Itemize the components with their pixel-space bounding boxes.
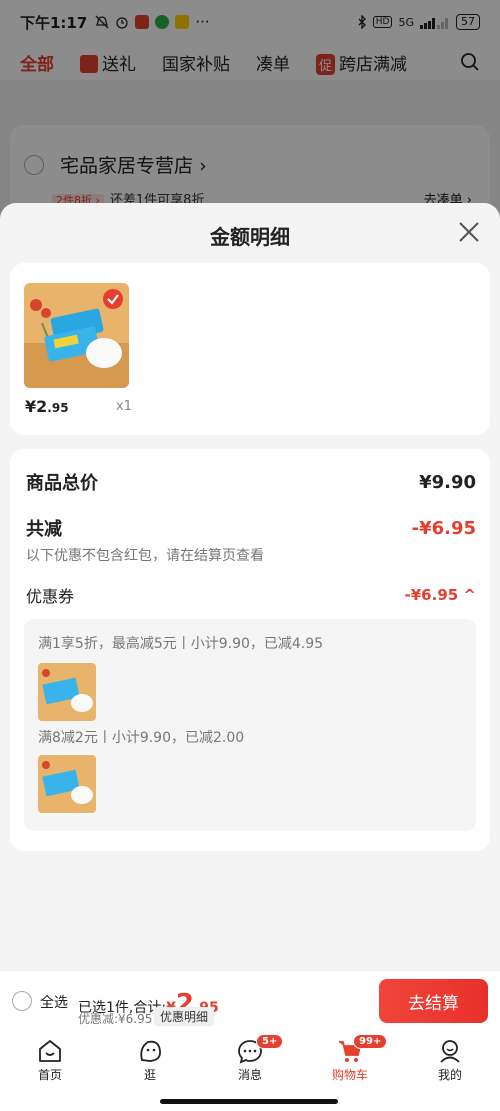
discount-detail-button[interactable]: 优惠明细 <box>154 1007 215 1026</box>
coupon-rule: 满8减2元丨小计9.90，已减2.00 <box>38 730 245 746</box>
tab-browse-label: 逛 <box>143 1068 156 1082</box>
profile-icon <box>440 1040 460 1063</box>
total-value: ¥9.90 <box>419 471 476 493</box>
select-all-radio[interactable] <box>12 991 32 1011</box>
coupon-detail-box: 满1享5折，最高减5元丨小计9.90，已减4.95 满8减2元丨小计9.90，已… <box>24 619 476 831</box>
total-row: 商品总价 ¥9.90 <box>26 469 476 495</box>
coupon-rule: 满1享5折，最高减5元丨小计9.90，已减4.95 <box>38 636 324 652</box>
discount-value: -¥6.95 <box>411 517 476 539</box>
discount-label: 共减 <box>26 519 62 540</box>
product-qty: x1 <box>116 399 132 414</box>
tab-profile[interactable]: 我的 <box>400 1030 500 1111</box>
selected-check-icon <box>103 289 123 309</box>
tab-profile-label: 我的 <box>437 1068 462 1082</box>
tab-home-label: 首页 <box>37 1068 62 1082</box>
tab-home[interactable]: 首页 <box>0 1030 100 1111</box>
coupon-label: 优惠券 <box>26 587 75 606</box>
checkout-bar: 全选 已选1件,合计:¥2.95 优惠减:¥6.95 优惠明细 去结算 <box>0 970 500 1030</box>
coupon-row[interactable]: 优惠券 -¥6.95 ^ <box>26 583 476 607</box>
cart-badge: 99+ <box>353 1034 388 1049</box>
browse-icon <box>140 1040 161 1062</box>
checkout-button[interactable]: 去结算 <box>379 979 488 1023</box>
home-indicator <box>160 1099 338 1104</box>
discount-note: 以下优惠不包含红包，请在结算页查看 <box>26 548 264 564</box>
discount-summary: 优惠减:¥6.95 <box>78 1012 153 1026</box>
product-card: ¥2.95 x1 <box>10 263 490 435</box>
coupon-value[interactable]: -¥6.95 ^ <box>405 586 476 604</box>
chevron-up-icon: ^ <box>463 586 476 604</box>
coupon-product-thumb <box>38 663 96 721</box>
discount-row: 共减 -¥6.95 <box>26 515 476 541</box>
tab-messages-label: 消息 <box>237 1068 262 1082</box>
amount-breakdown-card: 商品总价 ¥9.90 共减 -¥6.95 以下优惠不包含红包，请在结算页查看 优… <box>10 449 490 851</box>
total-label: 商品总价 <box>26 473 98 494</box>
close-icon[interactable] <box>458 221 480 243</box>
messages-badge: 5+ <box>256 1034 284 1049</box>
sheet-title: 金额明细 <box>210 225 290 249</box>
tab-cart-label: 购物车 <box>331 1068 368 1082</box>
select-all-label[interactable]: 全选 <box>40 992 68 1012</box>
product-image[interactable] <box>24 283 129 388</box>
coupon-product-thumb <box>38 755 96 813</box>
home-icon <box>39 1040 61 1062</box>
product-price: ¥2.95 <box>25 397 69 416</box>
